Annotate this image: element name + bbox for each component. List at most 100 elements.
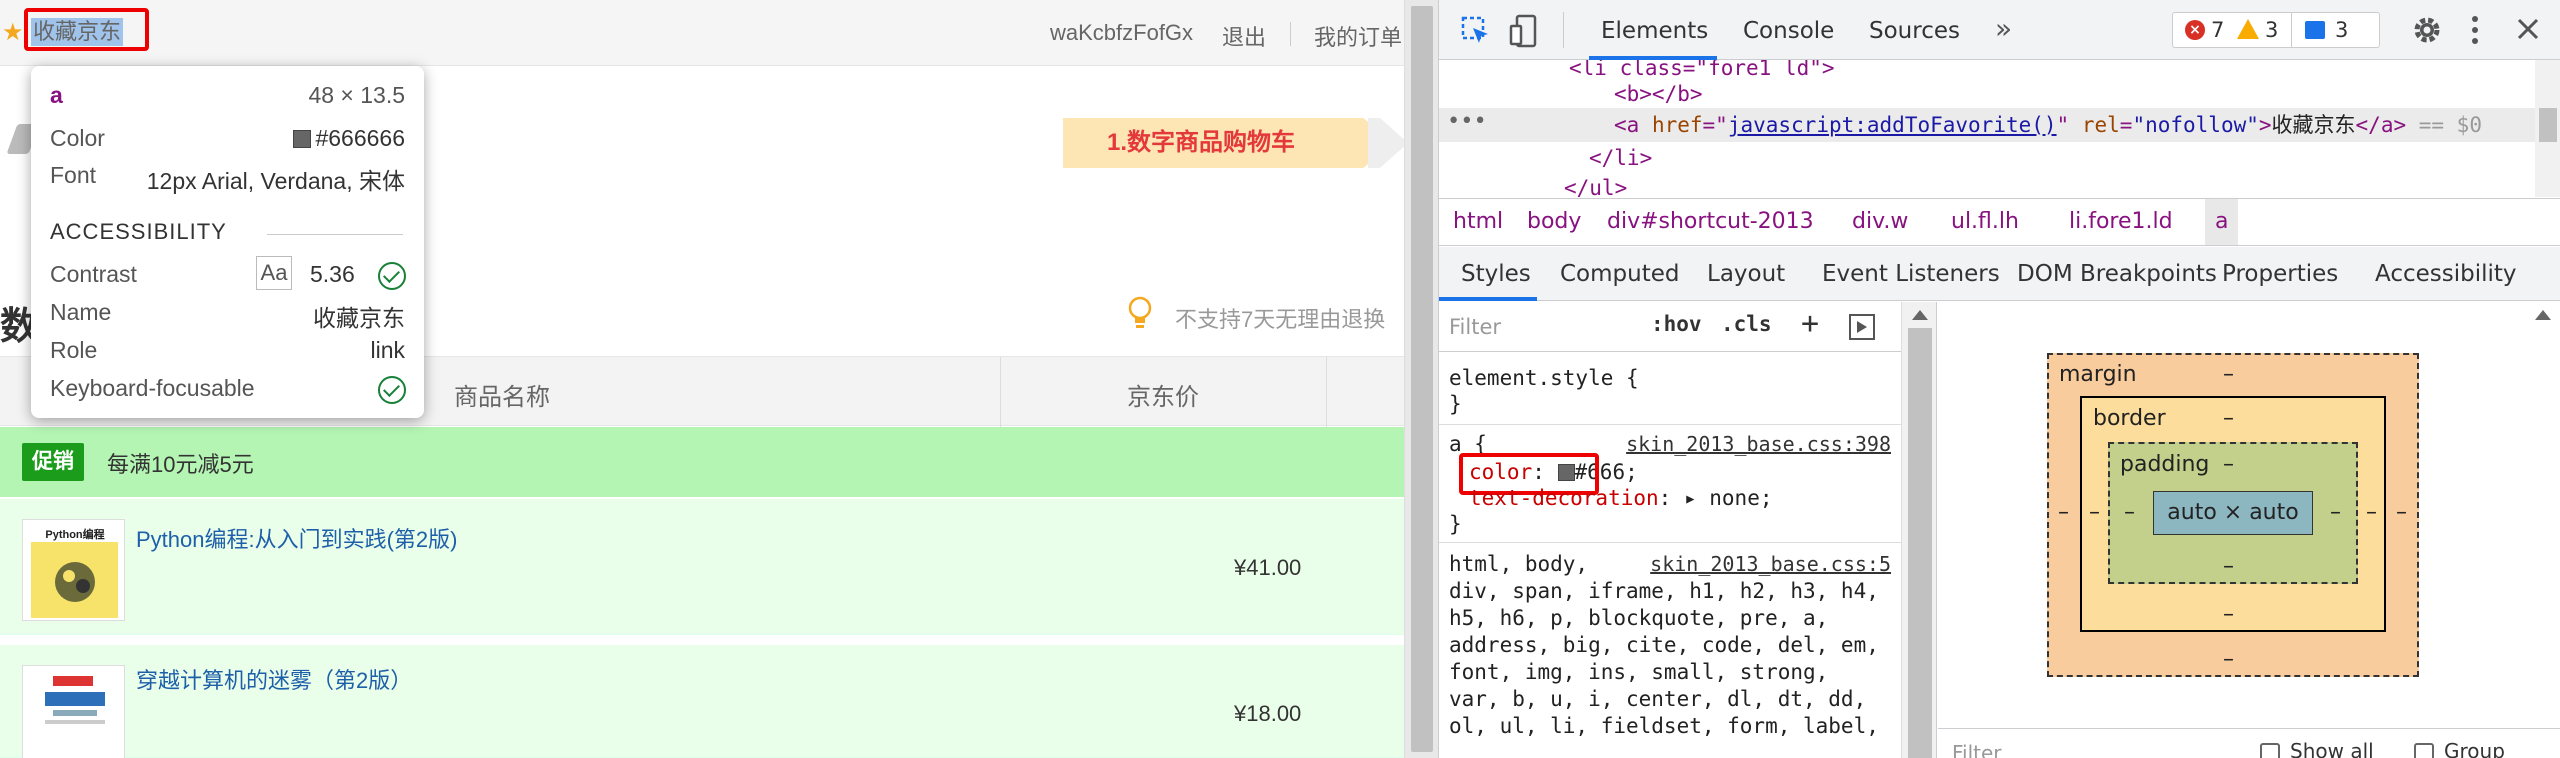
- breadcrumb-item[interactable]: body: [1527, 209, 1581, 234]
- tooltip-color-value: #666666: [293, 125, 405, 152]
- user-name-link[interactable]: waKcbfzFofGx: [1050, 20, 1193, 46]
- tab-event-listeners[interactable]: Event Listeners: [1822, 261, 2000, 287]
- border-bottom-value[interactable]: –: [2223, 602, 2234, 627]
- scrollbar-thumb[interactable]: [2539, 108, 2557, 142]
- dom-node-selected[interactable]: <a href="javascript:addToFavorite()" rel…: [1614, 109, 2482, 141]
- styles-filter-input[interactable]: Filter: [1449, 311, 1621, 343]
- star-icon: ★: [2, 19, 24, 46]
- devtools-toolbar: Elements Console Sources » × 7 3 3: [1439, 0, 2560, 60]
- ellipsis-icon[interactable]: •••: [1447, 109, 1487, 134]
- book-thumbnail[interactable]: Python编程: [22, 519, 125, 621]
- close-icon[interactable]: [2513, 14, 2543, 44]
- breadcrumb-item-active[interactable]: a: [2205, 199, 2239, 245]
- scrollbar-thumb[interactable]: [1908, 328, 1932, 758]
- svg-text:Python编程: Python编程: [45, 527, 104, 541]
- toggle-sidebar-icon[interactable]: [1849, 314, 1875, 340]
- border-right-value[interactable]: –: [2366, 500, 2377, 525]
- breadcrumb-item[interactable]: div#shortcut-2013: [1607, 209, 1814, 234]
- inspect-element-icon[interactable]: [1461, 16, 1491, 46]
- class-toggle-button[interactable]: .cls: [1721, 312, 1772, 336]
- error-count: 7: [2211, 18, 2225, 42]
- scroll-up-arrow-icon[interactable]: [1912, 310, 1928, 320]
- padding-top-value[interactable]: –: [2223, 452, 2234, 477]
- expand-arrow-icon[interactable]: ▸: [1684, 486, 1697, 510]
- tab-styles[interactable]: Styles: [1461, 261, 1531, 287]
- cart-item-row: 穿越计算机的迷雾（第2版） ¥18.00: [0, 645, 1404, 758]
- box-model-pane: auto × auto margin – – – – border – – – …: [1938, 302, 2560, 758]
- padding-bottom-value[interactable]: –: [2223, 554, 2234, 579]
- book-cover-python-icon: Python编程: [31, 524, 118, 618]
- css-source-link[interactable]: skin_2013_base.css:5: [1650, 552, 1891, 576]
- tab-computed[interactable]: Computed: [1560, 261, 1679, 287]
- hover-state-button[interactable]: :hov: [1651, 312, 1702, 336]
- dom-attr-name: href: [1651, 113, 1703, 137]
- border-left-value[interactable]: –: [2089, 500, 2100, 525]
- dom-scrollbar[interactable]: [2535, 60, 2560, 197]
- devtools-panel: Elements Console Sources » × 7 3 3 <li c…: [1438, 0, 2560, 758]
- styles-scrollbar[interactable]: [1901, 302, 1937, 758]
- group-label: Group: [2444, 739, 2505, 758]
- breadcrumb-item[interactable]: html: [1453, 209, 1503, 234]
- box-model-content[interactable]: auto × auto: [2153, 491, 2313, 535]
- new-rule-button[interactable]: +: [1801, 306, 1819, 341]
- margin-top-value[interactable]: –: [2223, 362, 2234, 387]
- box-model-scrollbar[interactable]: [2525, 302, 2560, 758]
- dom-node[interactable]: </li>: [1589, 142, 1652, 174]
- tab-console[interactable]: Console: [1743, 18, 1834, 44]
- tab-layout[interactable]: Layout: [1707, 261, 1785, 287]
- margin-bottom-value[interactable]: –: [2223, 647, 2234, 672]
- breadcrumb-item[interactable]: li.fore1.ld: [2069, 209, 2173, 234]
- computed-filter-input[interactable]: Filter: [1952, 741, 2002, 758]
- scroll-up-arrow-icon[interactable]: [2535, 310, 2551, 320]
- cart-step-1: 1.数字商品购物车: [1063, 118, 1393, 168]
- divider: [1563, 12, 1564, 48]
- tab-properties[interactable]: Properties: [2222, 261, 2338, 287]
- item-title-link[interactable]: 穿越计算机的迷雾（第2版）: [136, 663, 412, 695]
- border-top-value[interactable]: –: [2223, 406, 2234, 431]
- css-selector: div, span, iframe, h1, h2, h3, h4,: [1449, 579, 1879, 603]
- book-thumbnail[interactable]: [22, 665, 125, 758]
- dom-node[interactable]: <b></b>: [1614, 78, 1703, 110]
- device-toolbar-icon[interactable]: [1509, 14, 1541, 48]
- margin-right-value[interactable]: –: [2396, 500, 2407, 525]
- gear-icon[interactable]: [2411, 14, 2443, 46]
- tab-sources[interactable]: Sources: [1869, 18, 1960, 44]
- tab-dom-breakpoints[interactable]: DOM Breakpoints: [2017, 261, 2217, 287]
- page-scrollbar[interactable]: [1404, 0, 1438, 758]
- scrollbar-thumb[interactable]: [1411, 6, 1433, 752]
- css-declaration-text-decoration[interactable]: text-decoration: ▸ none;: [1469, 486, 1772, 510]
- computed-filter-bar: Filter Show all Group: [1938, 728, 2560, 758]
- tooltip-color-label: Color: [50, 125, 105, 151]
- css-source-link[interactable]: skin_2013_base.css:398: [1626, 432, 1891, 456]
- column-header-name: 商品名称: [454, 384, 550, 411]
- css-selector[interactable]: element.style {: [1449, 366, 1639, 390]
- logout-link[interactable]: 退出: [1222, 20, 1266, 52]
- my-orders-link[interactable]: 我的订单: [1314, 20, 1402, 52]
- issues-counter[interactable]: × 7 3 3: [2172, 12, 2380, 48]
- dom-tree[interactable]: <li class="fore1 ld"> <b></b> ••• <a hre…: [1439, 60, 2560, 197]
- divider: [267, 234, 403, 235]
- group-checkbox[interactable]: [2414, 743, 2434, 758]
- breadcrumb-item[interactable]: ul.fl.lh: [1951, 209, 2019, 234]
- tab-elements[interactable]: Elements: [1601, 18, 1708, 44]
- item-title-link[interactable]: Python编程:从入门到实践(第2版): [136, 522, 458, 554]
- padding-right-value[interactable]: –: [2330, 500, 2341, 525]
- more-tabs-button[interactable]: »: [1995, 12, 2012, 45]
- margin-left-value[interactable]: –: [2058, 500, 2069, 525]
- css-value: none;: [1709, 486, 1773, 510]
- show-all-checkbox[interactable]: [2260, 743, 2280, 758]
- more-options-icon[interactable]: [2469, 14, 2481, 46]
- styles-filter-bar: Filter :hov .cls +: [1439, 302, 1901, 352]
- favorite-highlight-box: [24, 8, 149, 51]
- tab-accessibility[interactable]: Accessibility: [2375, 261, 2517, 287]
- tooltip-contrast-label: Contrast: [50, 261, 137, 287]
- css-selector[interactable]: html, body,: [1449, 552, 1588, 576]
- margin-label: margin: [2059, 362, 2137, 387]
- color-swatch: [293, 130, 312, 148]
- error-icon: ×: [2185, 20, 2205, 40]
- dom-node[interactable]: </ul>: [1564, 172, 1627, 197]
- dom-attr-link[interactable]: javascript:addToFavorite(): [1728, 113, 2057, 137]
- active-tab-indicator: [1439, 297, 1537, 301]
- breadcrumb-item[interactable]: div.w: [1852, 209, 1908, 234]
- padding-left-value[interactable]: –: [2124, 500, 2135, 525]
